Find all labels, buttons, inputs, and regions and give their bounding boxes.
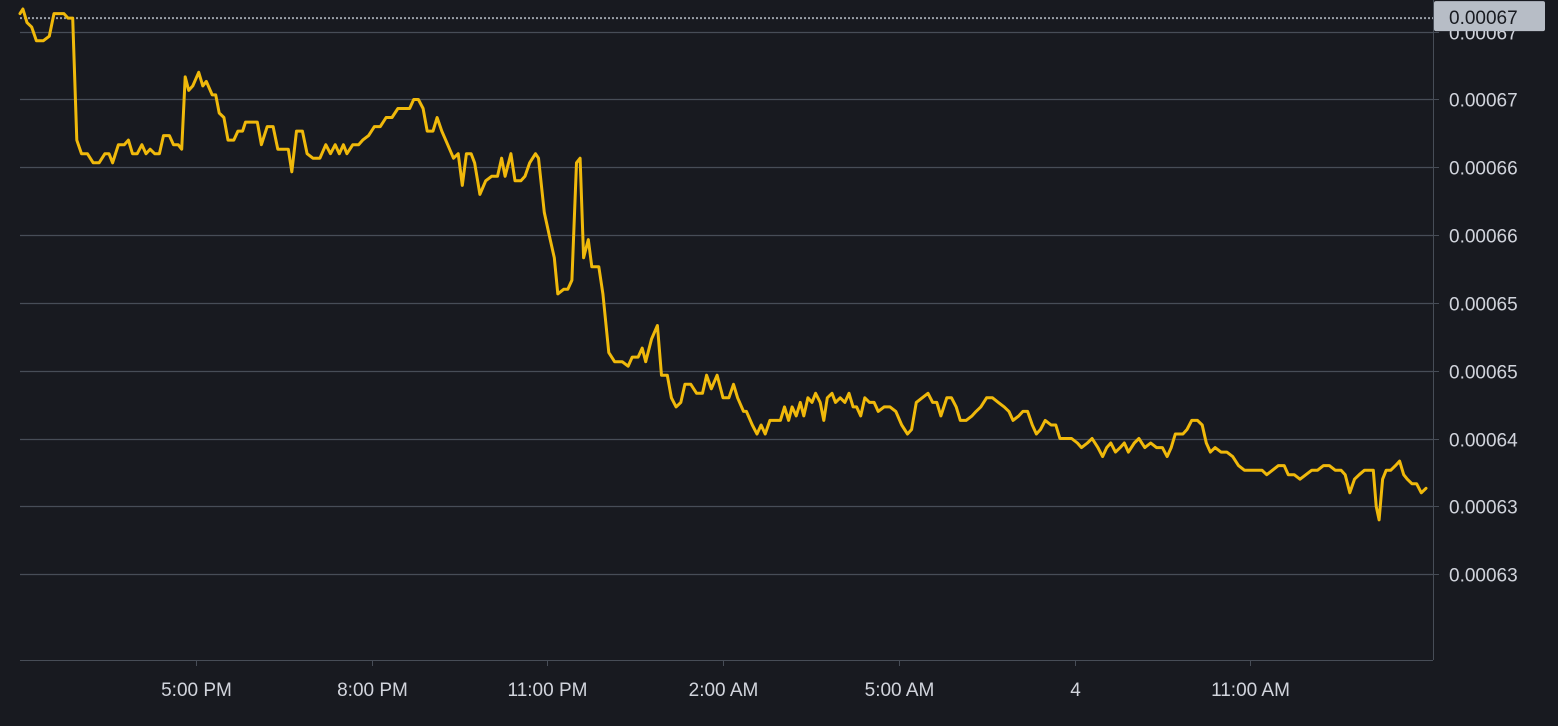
time-tick-label-1: 8:00 PM: [337, 680, 408, 701]
time-tick-label-2: 11:00 PM: [508, 680, 588, 701]
price-tick-label-4: 0.00065: [1449, 295, 1518, 316]
time-tick-label-5: 4: [1070, 680, 1081, 701]
time-tick-label-3: 2:00 AM: [689, 680, 759, 701]
price-chart[interactable]: 0.00067 0.00067 0.00066 0.00066 0.00065 0.000…: [0, 0, 1558, 726]
current-price-tag: 0.00067: [1434, 1, 1545, 32]
price-tick-label-6: 0.00064: [1449, 431, 1518, 452]
current-price-label: 0.00067: [1449, 8, 1518, 29]
price-tick-label-5: 0.00065: [1449, 363, 1518, 384]
price-tick-label-3: 0.00066: [1449, 227, 1518, 248]
chart-background: [0, 0, 1558, 726]
price-tick-label-2: 0.00066: [1449, 159, 1518, 180]
time-tick-label-4: 5:00 AM: [865, 680, 935, 701]
price-tick-label-7: 0.00063: [1449, 498, 1518, 519]
price-tick-label-1: 0.00067: [1449, 91, 1518, 112]
price-tick-label-8: 0.00063: [1449, 566, 1518, 587]
time-tick-label-0: 5:00 PM: [161, 680, 232, 701]
time-tick-label-6: 11:00 AM: [1211, 680, 1290, 701]
